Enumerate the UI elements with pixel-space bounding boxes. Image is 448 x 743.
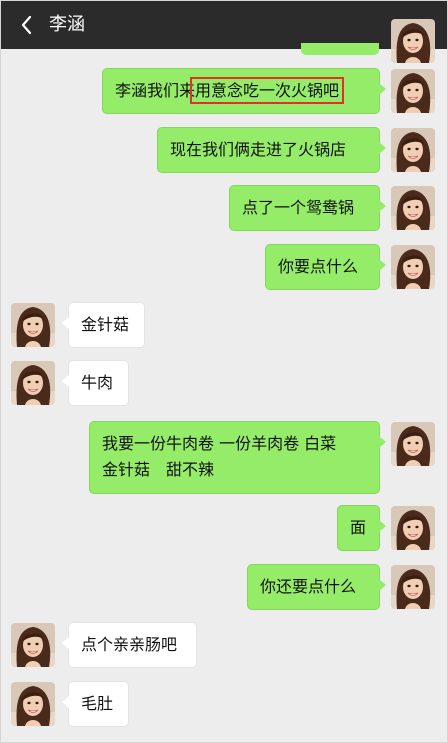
message-text: 点个亲亲肠吧	[81, 635, 178, 654]
chat-title: 李涵	[49, 14, 85, 35]
message-text: 你要点什么	[278, 257, 359, 276]
my-avatar[interactable]	[391, 69, 435, 113]
message-text-line: 金针菇 甜不辣	[102, 460, 215, 479]
message-bubble-sent[interactable]: 你还要点什么	[247, 564, 386, 610]
message-bubble-received[interactable]: 点个亲亲肠吧	[62, 622, 197, 668]
message-bubble-received[interactable]: 金针菇	[62, 302, 145, 348]
highlight-box: 用意念吃一次火锅吧	[190, 77, 345, 104]
my-avatar[interactable]	[391, 186, 435, 230]
message-bubble-sent[interactable]: 点了一个鸳鸯锅	[229, 185, 386, 231]
contact-avatar[interactable]	[11, 303, 55, 347]
message-text: 点了一个鸳鸯锅	[242, 198, 355, 217]
my-avatar[interactable]	[391, 506, 435, 550]
message-list[interactable]: 李涵我们来用意念吃一次火锅吧 现在我们俩走进了火锅店 点了一个鸳鸯锅 你要点什么…	[1, 49, 447, 742]
message-bubble-sent[interactable]: 李涵我们来用意念吃一次火锅吧	[102, 68, 386, 114]
back-button[interactable]	[15, 11, 39, 39]
message-text: 现在我们俩走进了火锅店	[170, 140, 347, 159]
my-avatar[interactable]	[391, 128, 435, 172]
chat-header: 李涵	[1, 1, 447, 49]
message-text: 毛肚	[81, 694, 114, 713]
message-text: 金针菇	[81, 315, 130, 334]
my-avatar[interactable]	[391, 245, 435, 289]
contact-avatar[interactable]	[11, 361, 55, 405]
message-bubble-received[interactable]: 牛肉	[62, 360, 129, 406]
message-text: 牛肉	[81, 373, 114, 392]
my-avatar[interactable]	[391, 565, 435, 609]
phone-screen: 李涵 李涵我们来用意念吃一次火锅吧 现在我们俩走进了火锅店 点了一个鸳鸯锅 你要…	[0, 0, 448, 743]
chevron-left-icon	[21, 15, 32, 35]
my-avatar[interactable]	[391, 19, 435, 63]
message-text: 李涵我们来	[115, 81, 196, 100]
contact-avatar[interactable]	[11, 682, 55, 726]
message-bubble-received[interactable]: 毛肚	[62, 681, 129, 727]
my-avatar[interactable]	[391, 422, 435, 466]
partial-message-bubble	[301, 43, 379, 55]
message-bubble-sent[interactable]: 面	[337, 505, 386, 551]
contact-avatar[interactable]	[11, 623, 55, 667]
message-text: 面	[350, 518, 367, 537]
message-bubble-sent[interactable]: 我要一份牛肉卷 一份羊肉卷 白菜 金针菇 甜不辣	[89, 421, 386, 494]
message-bubble-sent[interactable]: 你要点什么	[265, 244, 386, 290]
message-bubble-sent[interactable]: 现在我们俩走进了火锅店	[157, 127, 386, 173]
message-text-line: 我要一份牛肉卷 一份羊肉卷 白菜	[102, 434, 337, 453]
message-text: 你还要点什么	[260, 577, 357, 596]
